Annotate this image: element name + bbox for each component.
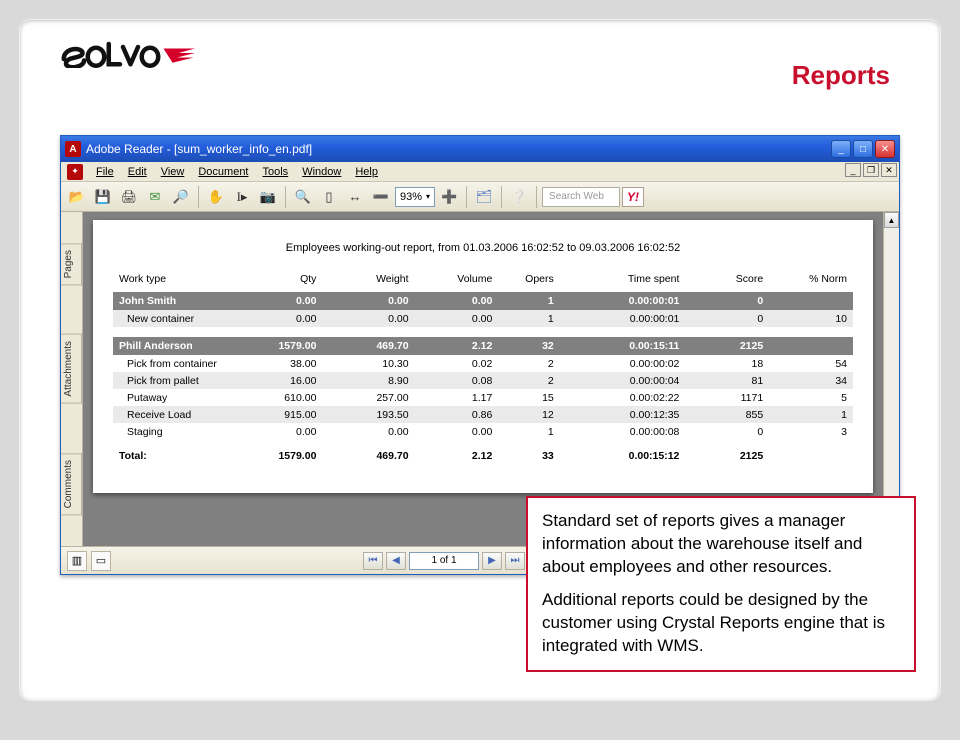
grand-total-row: Total: 1579.00 469.70 2.12 33 0.00:15:12…	[113, 440, 853, 465]
callout-paragraph: Standard set of reports gives a manager …	[542, 510, 900, 579]
help-icon[interactable]: ❔	[507, 185, 531, 209]
organizer-icon[interactable]: 🗂	[472, 185, 496, 209]
zoom-plus-icon[interactable]: ➕	[437, 185, 461, 209]
window-title: Adobe Reader - [sum_worker_info_en.pdf]	[86, 142, 312, 156]
col-qty: Qty	[239, 270, 323, 292]
col-weight: Weight	[322, 270, 414, 292]
table-row: Putaway610.00257.001.17150.00:02:2211715	[113, 389, 853, 406]
col-opers: Opers	[498, 270, 559, 292]
table-header-row: Work type Qty Weight Volume Opers Time s…	[113, 270, 853, 292]
zoom-minus-icon[interactable]: ➖	[369, 185, 393, 209]
pdf-icon: ✦	[67, 164, 83, 180]
select-tool-icon[interactable]: I▸	[230, 185, 254, 209]
callout-paragraph: Additional reports could be designed by …	[542, 589, 900, 658]
tab-pages[interactable]: Pages	[61, 243, 82, 285]
slide-title: Reports	[792, 60, 890, 91]
menu-view[interactable]: View	[154, 165, 192, 179]
tab-attachments[interactable]: Attachments	[61, 334, 82, 404]
search-web-input[interactable]: Search Web	[542, 187, 620, 207]
menu-bar: ✦ File Edit View Document Tools Window H…	[61, 162, 899, 182]
first-page-button[interactable]: ⏮	[363, 552, 383, 570]
col-score: Score	[685, 270, 769, 292]
close-button[interactable]: ✕	[875, 140, 895, 158]
zoom-in-icon[interactable]: 🔍	[291, 185, 315, 209]
page-layout-single-icon[interactable]: ▥	[67, 551, 87, 571]
solvo-logo	[60, 38, 210, 68]
page-layout-cont-icon[interactable]: ▭	[91, 551, 111, 571]
fit-page-icon[interactable]: ▯	[317, 185, 341, 209]
print-icon[interactable]: 🖨	[117, 185, 141, 209]
adobe-icon: A	[65, 141, 81, 157]
prev-page-button[interactable]: ◀	[386, 552, 406, 570]
last-page-button[interactable]: ⏭	[505, 552, 525, 570]
hand-tool-icon[interactable]: ✋	[204, 185, 228, 209]
table-row: Staging0.000.000.0010.00:00:0803	[113, 423, 853, 440]
scroll-track[interactable]	[884, 228, 899, 530]
group-header: John Smith 0.00 0.00 0.00 1 0.00:00:01 0	[113, 292, 853, 311]
table-row: Pick from container38.0010.300.0220.00:0…	[113, 355, 853, 372]
table-row: Receive Load915.00193.500.86120.00:12:35…	[113, 406, 853, 423]
next-page-button[interactable]: ▶	[482, 552, 502, 570]
menu-file[interactable]: File	[89, 165, 121, 179]
yahoo-button[interactable]: Y!	[622, 187, 644, 207]
report-page: Employees working-out report, from 01.03…	[93, 220, 873, 493]
scroll-up-icon[interactable]: ▲	[884, 212, 899, 228]
menu-window[interactable]: Window	[295, 165, 348, 179]
maximize-button[interactable]: □	[853, 140, 873, 158]
snapshot-icon[interactable]: 📷	[256, 185, 280, 209]
fit-width-icon[interactable]: ↔	[343, 185, 367, 209]
report-table: Work type Qty Weight Volume Opers Time s…	[113, 270, 853, 465]
email-icon[interactable]: ✉	[143, 185, 167, 209]
table-row: New container 0.00 0.00 0.00 1 0.00:00:0…	[113, 310, 853, 327]
open-icon[interactable]: 📂	[65, 185, 89, 209]
doc-close-button[interactable]: ✕	[881, 163, 897, 177]
col-worktype: Work type	[113, 270, 239, 292]
menu-help[interactable]: Help	[348, 165, 385, 179]
side-tabs: Pages Attachments Comments	[61, 212, 83, 546]
page-indicator[interactable]: 1 of 1	[409, 552, 479, 570]
window-titlebar[interactable]: A Adobe Reader - [sum_worker_info_en.pdf…	[61, 136, 899, 162]
col-norm: % Norm	[769, 270, 853, 292]
slide: Reports A Adobe Reader - [sum_worker_inf…	[20, 20, 940, 700]
minimize-button[interactable]: _	[831, 140, 851, 158]
col-time: Time spent	[560, 270, 686, 292]
tab-comments[interactable]: Comments	[61, 453, 82, 515]
report-title: Employees working-out report, from 01.03…	[113, 242, 853, 254]
table-row: Pick from pallet16.008.900.0820.00:00:04…	[113, 372, 853, 389]
doc-restore-button[interactable]: ❐	[863, 163, 879, 177]
menu-document[interactable]: Document	[191, 165, 255, 179]
slide-header: Reports	[20, 20, 940, 97]
menu-tools[interactable]: Tools	[256, 165, 296, 179]
menu-edit[interactable]: Edit	[121, 165, 154, 179]
group-header: Phill Anderson 1579.00 469.70 2.12 32 0.…	[113, 337, 853, 355]
col-volume: Volume	[415, 270, 499, 292]
search-doc-icon[interactable]: 🔎	[169, 185, 193, 209]
save-icon[interactable]: 💾	[91, 185, 115, 209]
toolbar: 📂 💾 🖨 ✉ 🔎 ✋ I▸ 📷 🔍 ▯ ↔ ➖ 93%▾ ➕ 🗂 ❔ Sear…	[61, 182, 899, 212]
description-callout: Standard set of reports gives a manager …	[526, 496, 916, 672]
doc-minimize-button[interactable]: _	[845, 163, 861, 177]
zoom-field[interactable]: 93%▾	[395, 187, 435, 207]
